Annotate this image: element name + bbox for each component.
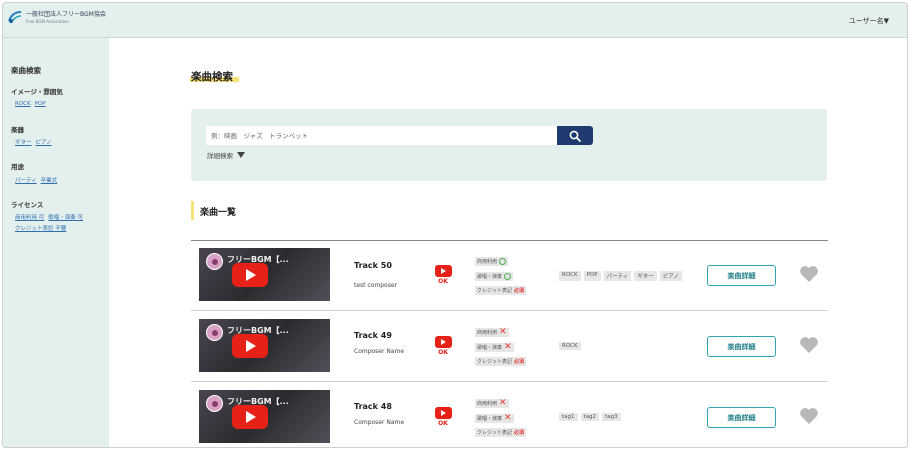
sidebar-category-license: ライセンス	[11, 201, 44, 209]
logo[interactable]: 一般社団法人フリーBGM協会 Free BGM Association	[7, 9, 106, 25]
advanced-search-label: 詳細検索	[207, 152, 233, 160]
sidebar-category-instrument: 楽器	[11, 126, 24, 134]
page-title: 楽曲検索	[191, 71, 233, 83]
search-button[interactable]	[557, 126, 593, 145]
sidebar-heading: 楽曲検索	[11, 66, 41, 75]
sidebar-link-credit-not-required[interactable]: クレジット表記 不要	[15, 226, 66, 232]
sidebar-link-singing-ok[interactable]: 歌唱・演奏 可	[48, 215, 83, 221]
header: 一般社団法人フリーBGM協会 Free BGM Association ユーザー…	[3, 3, 907, 38]
sidebar-link-guitar[interactable]: ギター	[15, 140, 32, 146]
youtube-icon	[434, 407, 452, 419]
search-input[interactable]	[206, 126, 557, 145]
track-detail-button[interactable]: 楽曲詳細	[707, 407, 776, 428]
tag: ピアノ	[659, 271, 682, 281]
heart-icon[interactable]	[799, 265, 819, 283]
sidebar-category-usage: 用途	[11, 163, 24, 171]
youtube-ok-badge[interactable]: OK	[434, 407, 452, 427]
sidebar-link-graduation[interactable]: 卒業式	[41, 178, 58, 184]
tag-list: tag1 tag2 tag3	[559, 413, 624, 421]
ok-label: OK	[438, 420, 448, 427]
search-icon	[569, 130, 581, 142]
license-commercial: 商用利用	[475, 257, 509, 266]
cross-ng-icon: ✕	[499, 327, 507, 337]
video-thumbnail[interactable]: フリーBGM【...	[199, 390, 330, 443]
youtube-icon	[434, 265, 452, 277]
list-title: 楽曲一覧	[200, 208, 237, 218]
channel-avatar	[206, 395, 223, 412]
heart-icon[interactable]	[799, 407, 819, 425]
tag: ROCK	[559, 271, 581, 281]
ok-label: OK	[438, 349, 448, 356]
tag-list: ROCK POP パーティ ギター ピアノ	[559, 271, 685, 281]
tag: POP	[583, 271, 601, 281]
channel-avatar	[206, 253, 223, 270]
track-title: Track 48	[354, 402, 392, 411]
app-window: 一般社団法人フリーBGM協会 Free BGM Association ユーザー…	[2, 2, 908, 448]
license-commercial: 商用利用 ✕	[475, 327, 509, 337]
cross-ng-icon: ✕	[499, 398, 507, 408]
list-title-accent	[191, 201, 194, 220]
license-credit: クレジット表記 必須	[475, 286, 527, 295]
tag: パーティ	[603, 271, 632, 281]
track-row: フリーBGM【... Track 50 test composer OK 商用利…	[191, 241, 828, 311]
track-title: Track 49	[354, 331, 392, 340]
track-detail-button[interactable]: 楽曲詳細	[707, 336, 776, 357]
play-icon[interactable]	[232, 263, 268, 287]
license-singing: 歌唱・演奏 ✕	[475, 342, 514, 352]
license-singing: 歌唱・演奏	[475, 272, 514, 281]
tag: tag1	[559, 413, 578, 421]
play-icon[interactable]	[232, 405, 268, 429]
track-title: Track 50	[354, 261, 392, 270]
license-credit: クレジット表記 必須	[475, 428, 527, 437]
sidebar: 楽曲検索 イメージ・雰囲気 ROCK POP 楽器 ギター ピアノ 用途 パーティ卒…	[3, 38, 109, 447]
tag: ROCK	[559, 342, 581, 350]
youtube-icon	[434, 336, 452, 348]
tag-list: ROCK	[559, 342, 584, 350]
youtube-ok-badge[interactable]: OK	[434, 265, 452, 285]
license-credit: クレジット表記 必須	[475, 357, 527, 366]
logo-icon	[8, 11, 22, 24]
sidebar-link-commercial-ok[interactable]: 商用利用 可	[15, 215, 44, 221]
tag: tag2	[580, 413, 600, 421]
sidebar-category-mood: イメージ・雰囲気	[11, 88, 63, 96]
track-row: フリーBGM【... Track 48 Composer Name OK 商用利…	[191, 383, 828, 447]
tag: tag3	[602, 413, 621, 421]
video-thumbnail[interactable]: フリーBGM【...	[199, 248, 330, 301]
track-composer: test composer	[354, 282, 398, 289]
cross-ng-icon: ✕	[504, 413, 512, 423]
sidebar-link-piano[interactable]: ピアノ	[36, 140, 52, 146]
youtube-ok-badge[interactable]: OK	[434, 336, 452, 356]
circle-ok-icon	[504, 273, 512, 280]
user-menu[interactable]: ユーザー名▼	[849, 16, 889, 26]
track-composer: Composer Name	[354, 419, 405, 426]
circle-ok-icon	[499, 258, 507, 265]
ok-label: OK	[438, 278, 448, 285]
cross-ng-icon: ✕	[504, 342, 512, 352]
org-name: 一般社団法人フリーBGM協会	[26, 10, 106, 18]
track-composer: Composer Name	[354, 348, 405, 355]
sidebar-link-rock[interactable]: ROCK	[15, 101, 31, 107]
advanced-search-toggle[interactable]: 詳細検索	[207, 150, 245, 160]
license-singing: 歌唱・演奏 ✕	[475, 413, 514, 423]
triangle-down-icon	[237, 152, 245, 158]
search-panel	[191, 109, 827, 181]
play-icon[interactable]	[232, 334, 268, 358]
heart-icon[interactable]	[799, 336, 819, 354]
sidebar-link-pop[interactable]: POP	[35, 101, 46, 107]
tag: ギター	[634, 271, 657, 281]
video-thumbnail[interactable]: フリーBGM【...	[199, 319, 330, 372]
track-row: フリーBGM【... Track 49 Composer Name OK 商用利…	[191, 312, 828, 382]
track-detail-button[interactable]: 楽曲詳細	[707, 265, 776, 286]
sidebar-link-party[interactable]: パーティ	[15, 178, 37, 184]
license-commercial: 商用利用 ✕	[475, 398, 509, 408]
org-subtitle: Free BGM Association	[26, 18, 70, 24]
channel-avatar	[206, 324, 223, 341]
